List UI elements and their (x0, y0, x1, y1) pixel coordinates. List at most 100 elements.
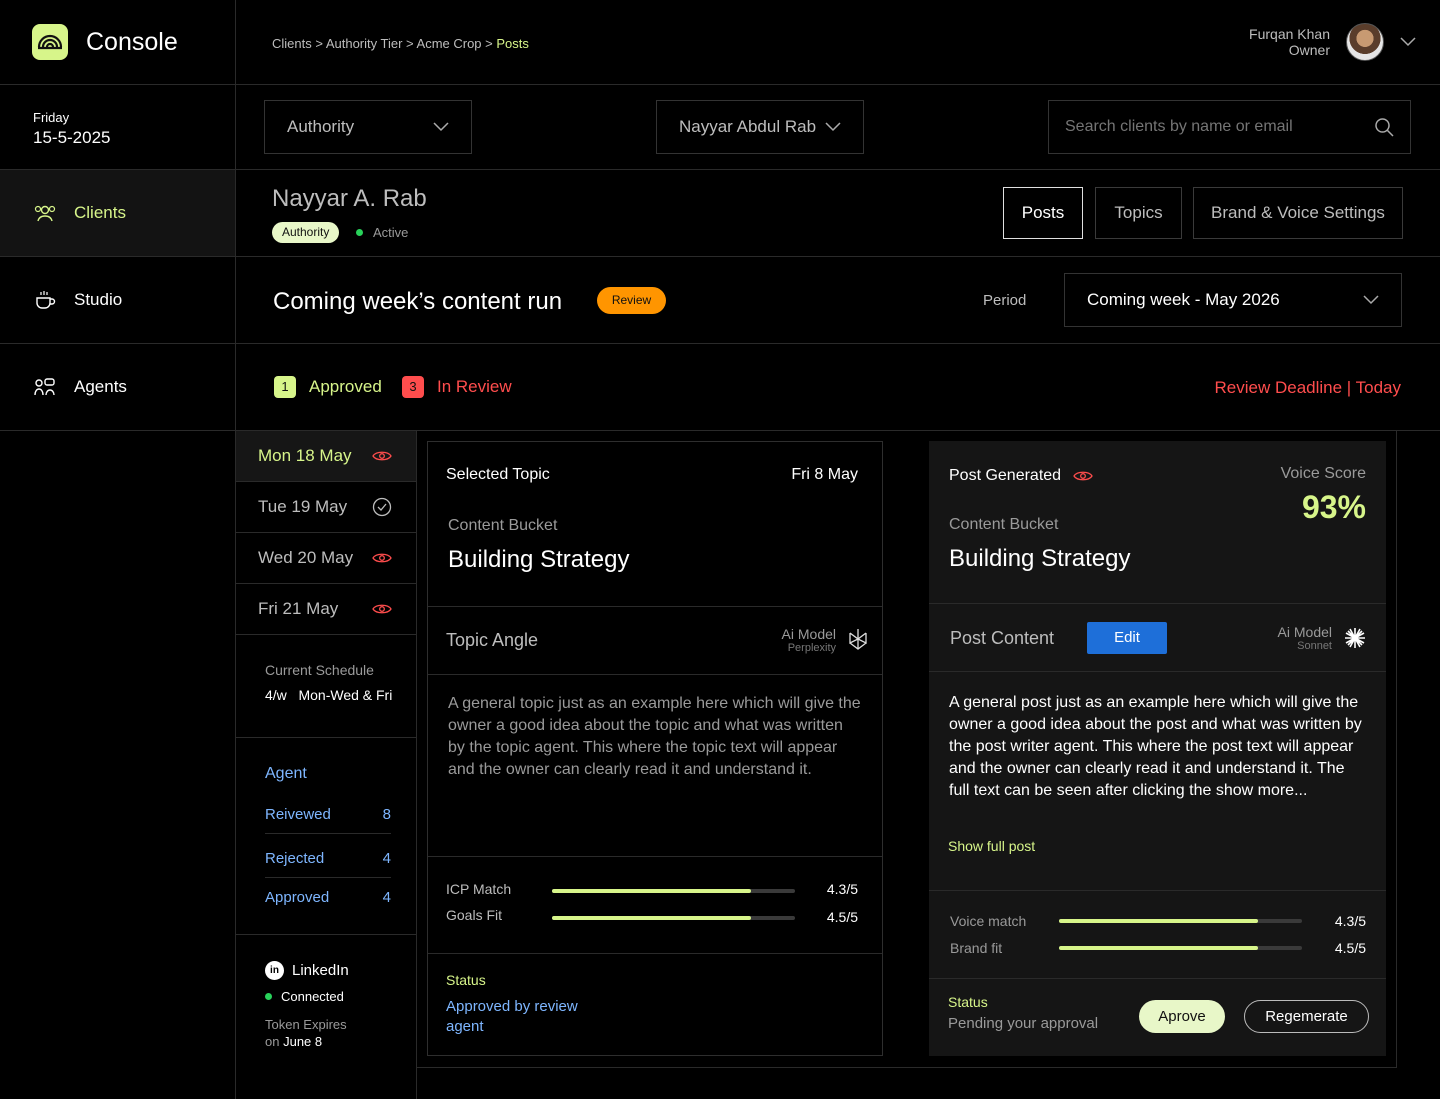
day-item[interactable]: Wed 20 May (236, 533, 416, 584)
post-card-title-text: Post Generated (949, 467, 1062, 484)
linkedin-name: LinkedIn (292, 962, 349, 979)
metric-label: ICP Match (446, 881, 512, 897)
status-dot (265, 993, 272, 1000)
tier-badge: Authority (272, 222, 340, 243)
sidebar-item-clients[interactable]: Clients (0, 170, 235, 256)
agent-row-value: 8 (382, 806, 391, 823)
status-value: Approved by review agent (446, 998, 578, 1035)
review-label: In Review (437, 377, 512, 396)
status-label: Status (948, 994, 988, 1010)
schedule-value: 4/w Mon-Wed & Fri (265, 687, 393, 703)
console-logo[interactable]: Console (32, 24, 178, 60)
review-badge: Review (597, 287, 666, 314)
date-day: Friday (33, 110, 70, 125)
metric-label: Voice match (950, 913, 1027, 929)
user-menu[interactable]: Furqan Khan Owner (1249, 23, 1416, 61)
agent-row-label: Rejected (265, 850, 325, 867)
agent-title: Agent (265, 765, 307, 782)
sidebar-item-label: Studio (74, 290, 123, 309)
agent-row: Reivewed 8 (265, 806, 391, 834)
icp-match-bar (552, 889, 795, 893)
agents-icon (34, 378, 55, 396)
eye-icon (372, 451, 392, 461)
avatar[interactable] (1346, 23, 1384, 61)
breadcrumb: Clients > Authority Tier > Acme Crop > P… (272, 36, 529, 51)
eye-icon[interactable] (1073, 469, 1093, 483)
approved-count[interactable]: 1 Approved (274, 376, 382, 398)
tab-brand-voice[interactable]: Brand & Voice Settings (1193, 187, 1403, 239)
day-label: Tue 19 May (258, 497, 348, 516)
post-card: Post Generated Voice Score 93% Content B… (929, 441, 1386, 1056)
topic-text: A general topic just as an example here … (448, 695, 861, 778)
post-text: A general post just as an example here w… (949, 694, 1362, 799)
approve-button[interactable]: Aprove (1139, 1000, 1225, 1033)
ai-model-name: Perplexity (787, 642, 836, 654)
check-circle-icon (372, 497, 392, 517)
status-value: Pending your approval (948, 1015, 1099, 1032)
content-bucket-value: Building Strategy (949, 545, 1131, 572)
content-bucket-value: Building Strategy (448, 546, 630, 573)
tier-dropdown-value: Authority (287, 117, 355, 136)
ai-model-name: Sonnet (1297, 640, 1332, 652)
agent-row-value: 4 (382, 889, 391, 906)
regenerate-button[interactable]: Regemerate (1244, 1000, 1369, 1033)
show-full-post-link[interactable]: Show full post (948, 838, 1035, 854)
tab-topics[interactable]: Topics (1095, 187, 1182, 239)
sidebar-item-studio[interactable]: Studio (0, 257, 235, 343)
chevron-down-icon (433, 122, 449, 132)
day-item[interactable]: Tue 19 May (236, 482, 416, 533)
metric-value: 4.5/5 (1334, 940, 1366, 956)
sidebar-item-label: Clients (74, 203, 126, 222)
brand-fit-bar (1059, 946, 1302, 950)
approved-label: Approved (309, 377, 382, 396)
in-review-count[interactable]: 3 In Review (402, 376, 512, 398)
linkedin-status: Connected (281, 989, 344, 1004)
edit-button[interactable]: Edit (1087, 622, 1167, 654)
status-badge: Active (356, 225, 408, 240)
linkedin-icon: in (265, 961, 284, 980)
tier-dropdown[interactable]: Authority (264, 100, 472, 154)
breadcrumb-current: Posts (496, 36, 529, 51)
agent-row-label: Approved (265, 889, 330, 906)
users-icon (34, 205, 56, 222)
search-box[interactable] (1048, 100, 1411, 154)
goals-fit-bar (552, 916, 795, 920)
search-input[interactable] (1065, 118, 1355, 136)
topic-card-title: Selected Topic (446, 466, 550, 483)
period-label: Period (983, 292, 1027, 309)
review-number: 3 (402, 376, 424, 398)
day-label: Fri 21 May (258, 599, 339, 618)
topic-card: Selected Topic Fri 8 May Content Bucket … (427, 441, 883, 1056)
topic-card-date: Fri 8 May (791, 466, 858, 483)
coffee-cup-icon (36, 291, 56, 309)
schedule-label: Current Schedule (265, 662, 374, 678)
metric-label: Goals Fit (446, 907, 503, 923)
status-dot (356, 229, 363, 236)
token-expiry-prefix: on (265, 1034, 280, 1049)
ai-model-info: Ai Model Sonnet (1278, 624, 1332, 652)
period-dropdown[interactable]: Coming week - May 2026 (1064, 273, 1402, 327)
topic-angle-label: Topic Angle (446, 630, 539, 650)
app-title: Console (86, 27, 178, 56)
sidebar-item-agents[interactable]: Agents (0, 344, 235, 430)
post-content-label: Post Content (950, 628, 1055, 648)
tab-posts[interactable]: Posts (1003, 187, 1083, 239)
run-title: Coming week’s content run (273, 288, 563, 315)
metric-value: 4.3/5 (1334, 913, 1366, 929)
user-name: Furqan Khan (1249, 26, 1330, 42)
day-item[interactable]: Mon 18 May (236, 431, 416, 482)
token-expiry-label: Token Expires (265, 1017, 347, 1032)
status-label: Status (446, 972, 486, 988)
breadcrumb-path[interactable]: Clients > Authority Tier > Acme Crop > (272, 36, 493, 51)
client-dropdown[interactable]: Nayyar Abdul Rab (656, 100, 864, 154)
content-bucket-label: Content Bucket (448, 517, 558, 534)
schedule-info: Current Schedule 4/w Mon-Wed & Fri (265, 662, 392, 703)
linkedin-connection[interactable]: in LinkedIn Connected Token Expires on J… (265, 961, 349, 1049)
search-icon[interactable] (1374, 117, 1394, 137)
user-role: Owner (1288, 42, 1330, 58)
day-item[interactable]: Fri 21 May (236, 584, 416, 635)
voice-match-bar (1059, 919, 1302, 923)
eye-icon (372, 604, 392, 614)
voice-score-value: 93% (1301, 489, 1366, 525)
chevron-down-icon[interactable] (1400, 37, 1416, 47)
